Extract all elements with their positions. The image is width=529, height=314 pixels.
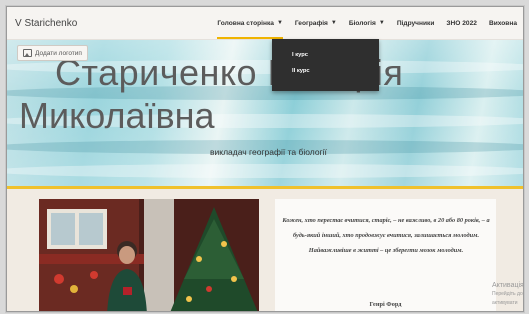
add-logo-button[interactable]: Додати логотип [17,45,88,61]
dropdown-item-course-1[interactable]: І курс [292,52,308,58]
quote-card: Кожен, хто перестає вчитися, старіє, – н… [275,199,496,311]
watermark-line-3: активувати [492,300,518,306]
quote-author: Генрі Форд [369,301,402,308]
hero-banner: Додати логотип Стариченко Вікторія Микол… [7,40,523,189]
photo-illustration [39,199,259,311]
nav-item-home[interactable]: Головна сторінка ▼ [217,7,283,39]
image-icon [23,49,32,57]
main-menu: Головна сторінка ▼ Географія ▼ Біологія … [217,7,517,39]
banner-wave [7,164,523,178]
nav-item-zno-2022[interactable]: ЗНО 2022 [446,7,477,39]
nav-item-label: Підручники [396,19,435,27]
dropdown-item-course-2[interactable]: ІІ курс [292,68,310,74]
site-subtitle: викладач географії та біології [210,147,327,157]
site-title-line-2: Миколаївна [19,95,215,136]
chevron-down-icon: ▼ [378,20,385,26]
watermark-line-1: Активація [492,282,524,289]
nav-item-label: Виховна [488,19,517,27]
nav-item-label: Головна сторінка [217,19,274,27]
nav-item-textbooks[interactable]: Підручники [397,7,435,39]
geography-dropdown-menu: І курс ІІ курс [272,39,379,91]
site-name[interactable]: V Starichenko [15,18,77,29]
nav-item-upbringing[interactable]: Виховна [489,7,517,39]
nav-item-biology[interactable]: Біологія ▼ [349,7,385,39]
add-logo-label: Додати логотип [35,49,82,57]
chevron-down-icon: ▼ [330,20,337,26]
quote-text: Кожен, хто перестає вчитися, старіє, – н… [282,217,490,254]
windows-activation-watermark: Активація Перейдіть до активувати [492,281,524,308]
nav-item-label: ЗНО 2022 [446,19,477,27]
browser-frame: V Starichenko Головна сторінка ▼ Географ… [6,6,524,312]
top-navigation-bar: V Starichenko Головна сторінка ▼ Географ… [7,7,523,40]
nav-item-label: Географія [294,19,328,27]
teacher-photo [39,199,259,311]
nav-item-label: Біологія [348,19,376,27]
watermark-line-2: Перейдіть до [492,291,523,297]
main-content: Кожен, хто перестає вчитися, старіє, – н… [7,189,523,311]
chevron-down-icon: ▼ [276,20,283,26]
nav-item-geography[interactable]: Географія ▼ [295,7,337,39]
